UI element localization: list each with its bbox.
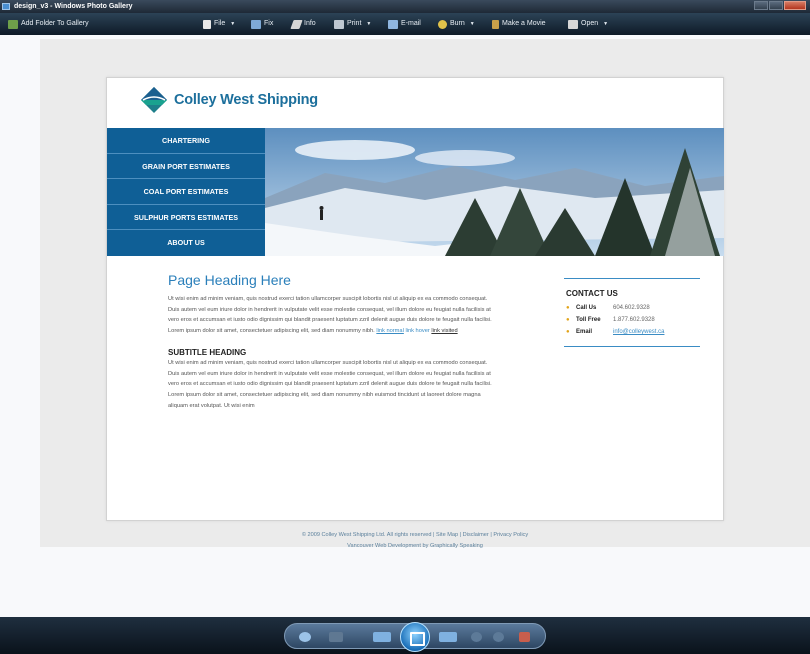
close-button[interactable] [784,1,806,10]
file-menu[interactable]: File ▼ [203,18,235,30]
subtitle-heading: SUBTITLE HEADING [168,347,247,357]
make-movie-button[interactable]: Make a Movie [492,18,546,30]
nav-item-about-us[interactable]: ABOUT US [107,230,265,256]
open-icon [568,19,578,29]
website-mockup: Colley West Shipping CHARTERING GRAIN PO… [106,77,724,521]
contact-row-tollfree: ● Toll Free 1.877.602.9328 [566,317,655,323]
email-icon [388,19,398,29]
movie-icon [492,19,499,29]
next-icon[interactable] [439,632,457,642]
contact-box: CONTACT US ● Call Us 604.602.9328 ● Toll… [564,278,700,347]
link-hover[interactable]: link hover [405,328,429,334]
link-normal[interactable]: link normal [376,328,404,334]
body-paragraph-2: Ut wisi enim ad minim veniam, quis nostr… [168,359,492,409]
open-menu[interactable]: Open ▼ [568,18,608,30]
contact-row-email: ● Email info@colleywest.ca [566,329,665,335]
bullet-icon: ● [566,329,570,335]
actual-size-icon[interactable] [329,632,343,642]
photo-gallery-app-icon [2,3,10,10]
site-footer: © 2009 Colley West Shipping Ltd. All rig… [106,530,724,552]
contact-row-call: ● Call Us 604.602.9328 [566,305,650,311]
nav-item-sulphur-ports-estimates[interactable]: SULPHUR PORTS ESTIMATES [107,205,265,231]
link-visited[interactable]: link visited [431,328,457,334]
toolbar: Add Folder To Gallery File ▼ Fix Info Pri… [0,13,810,35]
slideshow-button[interactable] [400,622,430,652]
minimize-button[interactable] [754,1,768,10]
bottom-control-bar [0,617,810,654]
fix-icon [251,19,261,29]
phone-number: 604.602.9328 [613,305,650,311]
bullet-icon: ● [566,305,570,311]
print-menu[interactable]: Print ▼ [334,18,371,30]
burn-disc-icon [438,19,447,29]
main-content: Page Heading Here Ut wisi enim ad minim … [168,272,498,411]
zoom-icon[interactable] [299,632,311,642]
email-button[interactable]: E-mail [388,18,421,30]
mountain-banner-image [265,128,724,256]
maximize-button[interactable] [769,1,783,10]
info-button[interactable]: Info [290,18,316,30]
bullet-icon: ● [566,317,570,323]
site-logo[interactable]: Colley West Shipping [140,86,318,114]
print-icon [334,19,344,29]
nav-item-grain-port-estimates[interactable]: GRAIN PORT ESTIMATES [107,154,265,180]
email-link[interactable]: info@colleywest.ca [613,329,664,335]
diamond-logo-icon [141,87,167,113]
delete-icon[interactable] [519,632,530,642]
rotate-left-icon[interactable] [471,632,482,642]
nav-item-coal-port-estimates[interactable]: COAL PORT ESTIMATES [107,179,265,205]
page-heading: Page Heading Here [168,272,291,288]
site-nav: CHARTERING GRAIN PORT ESTIMATES COAL POR… [107,128,265,256]
nav-item-chartering[interactable]: CHARTERING [107,128,265,154]
footer-links[interactable]: © 2009 Colley West Shipping Ltd. All rig… [106,530,724,541]
contact-heading: CONTACT US [566,289,618,298]
burn-menu[interactable]: Burn ▼ [438,18,475,30]
window-title: design_v3 - Windows Photo Gallery [14,3,133,10]
body-paragraph: Ut wisi enim ad minim veniam, quis nostr… [168,294,498,337]
footer-credit: Vancouver Web Development by Graphically… [347,543,483,549]
previous-icon[interactable] [373,632,391,642]
tollfree-number: 1.877.602.9328 [613,317,655,323]
rotate-right-icon[interactable] [493,632,504,642]
info-icon [290,19,303,29]
fix-button[interactable]: Fix [251,18,273,30]
file-icon [203,19,211,29]
add-folder-icon [8,19,18,29]
navigation-controls [284,622,546,652]
logo-text: Colley West Shipping [174,92,318,108]
add-folder-button[interactable]: Add Folder To Gallery [8,18,89,30]
window-title-bar: design_v3 - Windows Photo Gallery [0,0,810,13]
